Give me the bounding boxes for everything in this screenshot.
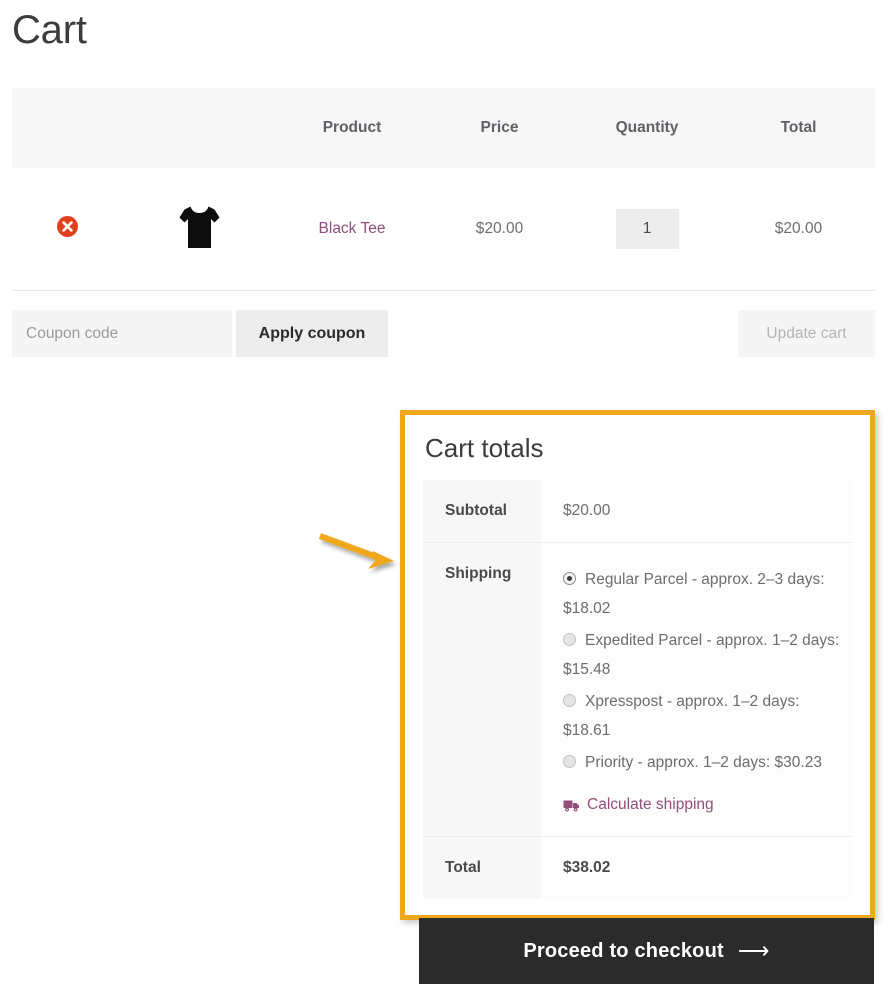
subtotal-label: Subtotal [423, 480, 541, 544]
shipping-value: Regular Parcel - approx. 2–3 days: $18.0… [541, 542, 852, 838]
cart-table-header-row: Product Price Quantity Total [12, 88, 875, 168]
list-item[interactable]: Expedited Parcel - approx. 1–2 days: $15… [563, 626, 842, 684]
column-header-remove [12, 88, 122, 168]
quantity-input[interactable] [615, 209, 679, 249]
shipping-row: Shipping Regular Parcel - approx. 2–3 da… [423, 542, 852, 838]
shipping-option-label: Regular Parcel - approx. 2–3 days: $18.0… [563, 571, 825, 618]
cart-totals-heading: Cart totals [425, 433, 544, 463]
arrow-right-icon: ⟶ [737, 938, 770, 963]
list-item[interactable]: Regular Parcel - approx. 2–3 days: $18.0… [563, 565, 842, 623]
cart-table-head: Product Price Quantity Total [12, 88, 875, 168]
cart-table-body: Black Tee $20.00 $20.00 [12, 168, 875, 291]
coupon-code-input[interactable] [12, 310, 232, 357]
black-tshirt-icon [166, 193, 233, 260]
calculate-shipping-link[interactable]: Calculate shipping [563, 796, 714, 814]
shipping-radio-regular-parcel[interactable] [563, 572, 576, 586]
column-header-price: Price [427, 88, 572, 168]
shipping-radio-xpresspost[interactable] [563, 694, 576, 708]
shipping-radio-priority[interactable] [563, 755, 576, 769]
product-thumbnail-link[interactable] [166, 193, 233, 260]
annotation-arrow [318, 532, 408, 588]
cart-totals-panel: Cart totals Subtotal $20.00 Shipping Reg… [400, 410, 875, 921]
checkout-label: Proceed to checkout [523, 940, 724, 962]
remove-item-button[interactable] [56, 216, 78, 237]
product-name-link[interactable]: Black Tee [319, 220, 386, 237]
update-cart-button[interactable]: Update cart [738, 310, 875, 357]
shipping-option-label: Priority - approx. 1–2 days: $30.23 [585, 754, 822, 772]
column-header-total: Total [722, 88, 875, 168]
list-item[interactable]: Xpresspost - approx. 1–2 days: $18.61 [563, 687, 842, 745]
shipping-options-list: Regular Parcel - approx. 2–3 days: $18.0… [563, 565, 842, 777]
shipping-option-label: Expedited Parcel - approx. 1–2 days: $15… [563, 632, 840, 679]
order-total-row: Total $38.02 [423, 836, 852, 900]
order-total-value: $38.02 [541, 836, 852, 900]
table-row: Black Tee $20.00 $20.00 [12, 168, 875, 291]
cell-remove [12, 168, 122, 291]
cell-quantity [572, 168, 722, 291]
cell-line-total: $20.00 [722, 168, 875, 291]
proceed-to-checkout-button[interactable]: Proceed to checkout ⟶ [419, 918, 874, 984]
truck-icon [563, 799, 580, 812]
cart-table: Product Price Quantity Total Black Tee $… [12, 88, 875, 291]
cart-totals-inner: Cart totals Subtotal $20.00 Shipping Reg… [405, 415, 870, 900]
cell-thumbnail [122, 168, 277, 291]
cart-actions-row: Apply coupon Update cart [12, 310, 875, 357]
order-total-label: Total [423, 836, 541, 900]
cell-price: $20.00 [427, 168, 572, 291]
list-item[interactable]: Priority - approx. 1–2 days: $30.23 [563, 748, 842, 777]
column-header-quantity: Quantity [572, 88, 722, 168]
column-header-thumbnail [122, 88, 277, 168]
shipping-label: Shipping [423, 542, 541, 838]
page-title: Cart [12, 8, 87, 52]
subtotal-row: Subtotal $20.00 [423, 480, 852, 544]
cell-product-name: Black Tee [277, 168, 427, 291]
cart-totals-table: Subtotal $20.00 Shipping Regular Parcel … [423, 480, 852, 900]
apply-coupon-button[interactable]: Apply coupon [236, 310, 388, 357]
calculate-shipping-label: Calculate shipping [587, 796, 714, 814]
column-header-product: Product [277, 88, 427, 168]
subtotal-value: $20.00 [541, 480, 852, 544]
shipping-option-label: Xpresspost - approx. 1–2 days: $18.61 [563, 693, 800, 740]
shipping-radio-expedited-parcel[interactable] [563, 633, 576, 647]
